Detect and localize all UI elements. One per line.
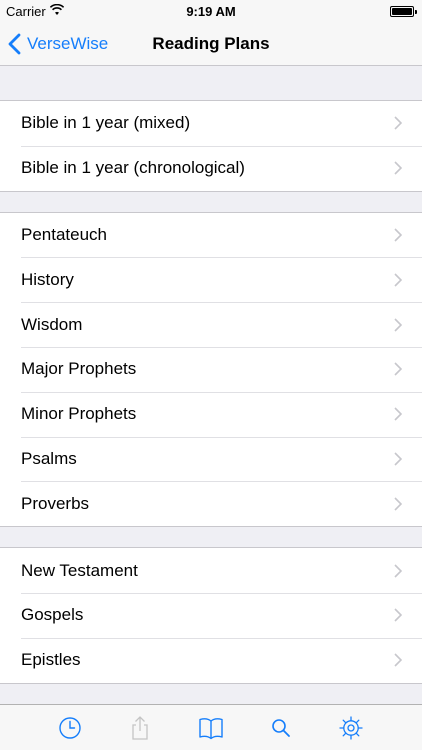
plan-row[interactable]: Wisdom — [0, 302, 422, 347]
chevron-right-icon — [394, 161, 402, 175]
plan-label: Major Prophets — [21, 359, 137, 379]
tab-history[interactable] — [50, 705, 90, 750]
search-icon — [272, 719, 290, 737]
reading-plans-list: Bible in 1 year (mixed) Bible in 1 year … — [0, 66, 422, 684]
chevron-right-icon — [394, 228, 402, 242]
plan-row[interactable]: Gospels — [0, 592, 422, 638]
plan-row[interactable]: New Testament — [0, 548, 422, 593]
chevron-right-icon — [394, 497, 402, 511]
page-title: Reading Plans — [152, 34, 270, 53]
share-icon — [132, 716, 148, 740]
tab-search[interactable] — [261, 705, 301, 750]
chevron-right-icon — [394, 362, 402, 376]
screen: Carrier 9:19 AM VerseWise Reading Plans … — [0, 0, 422, 750]
chevron-right-icon — [394, 653, 402, 667]
plan-row[interactable]: Epistles — [0, 637, 422, 683]
plan-row[interactable]: Pentateuch — [0, 213, 422, 258]
plan-group-whole-bible: Bible in 1 year (mixed) Bible in 1 year … — [0, 100, 422, 192]
chevron-right-icon — [394, 116, 402, 130]
tab-share[interactable] — [120, 705, 160, 750]
plan-label: New Testament — [21, 560, 138, 580]
plan-label: Pentateuch — [21, 224, 108, 244]
plan-row[interactable]: History — [0, 257, 422, 302]
chevron-right-icon — [394, 452, 402, 466]
tab-bible[interactable] — [191, 705, 231, 750]
gear-icon — [339, 716, 363, 740]
plan-label: Bible in 1 year (mixed) — [21, 113, 191, 133]
status-bar: Carrier 9:19 AM — [0, 0, 422, 22]
plan-row[interactable]: Proverbs — [0, 481, 422, 526]
chevron-right-icon — [394, 563, 402, 578]
plan-label: Gospels — [21, 605, 84, 625]
status-time: 9:19 AM — [186, 4, 236, 19]
plan-row[interactable]: Major Prophets — [0, 346, 422, 392]
navigation-bar: VerseWise Reading Plans — [0, 22, 422, 66]
chevron-right-icon — [394, 273, 402, 287]
chevron-right-icon — [394, 407, 402, 421]
clock-icon — [59, 717, 81, 739]
tab-bar — [0, 704, 422, 750]
plan-label: Wisdom — [21, 314, 83, 334]
plan-row[interactable]: Bible in 1 year (mixed) — [0, 101, 422, 146]
plan-label: History — [21, 269, 74, 289]
plan-group-old-testament: Pentateuch History Wisdom Major Prophets… — [0, 211, 422, 528]
plan-label: Minor Prophets — [21, 404, 137, 424]
plan-row[interactable]: Minor Prophets — [0, 391, 422, 437]
plan-label: Psalms — [21, 448, 77, 468]
plan-row[interactable]: Psalms — [0, 436, 422, 482]
plan-row[interactable]: Bible in 1 year (chronological) — [0, 145, 422, 191]
plan-label: Bible in 1 year (chronological) — [21, 158, 245, 178]
tab-settings[interactable] — [331, 705, 371, 750]
plan-label: Proverbs — [21, 493, 90, 513]
plan-label: Epistles — [21, 650, 81, 670]
plan-group-new-testament: New Testament Gospels Epistles — [0, 547, 422, 684]
battery-icon — [390, 6, 417, 17]
chevron-right-icon — [394, 318, 402, 332]
chevron-right-icon — [394, 608, 402, 622]
book-icon — [199, 718, 223, 740]
